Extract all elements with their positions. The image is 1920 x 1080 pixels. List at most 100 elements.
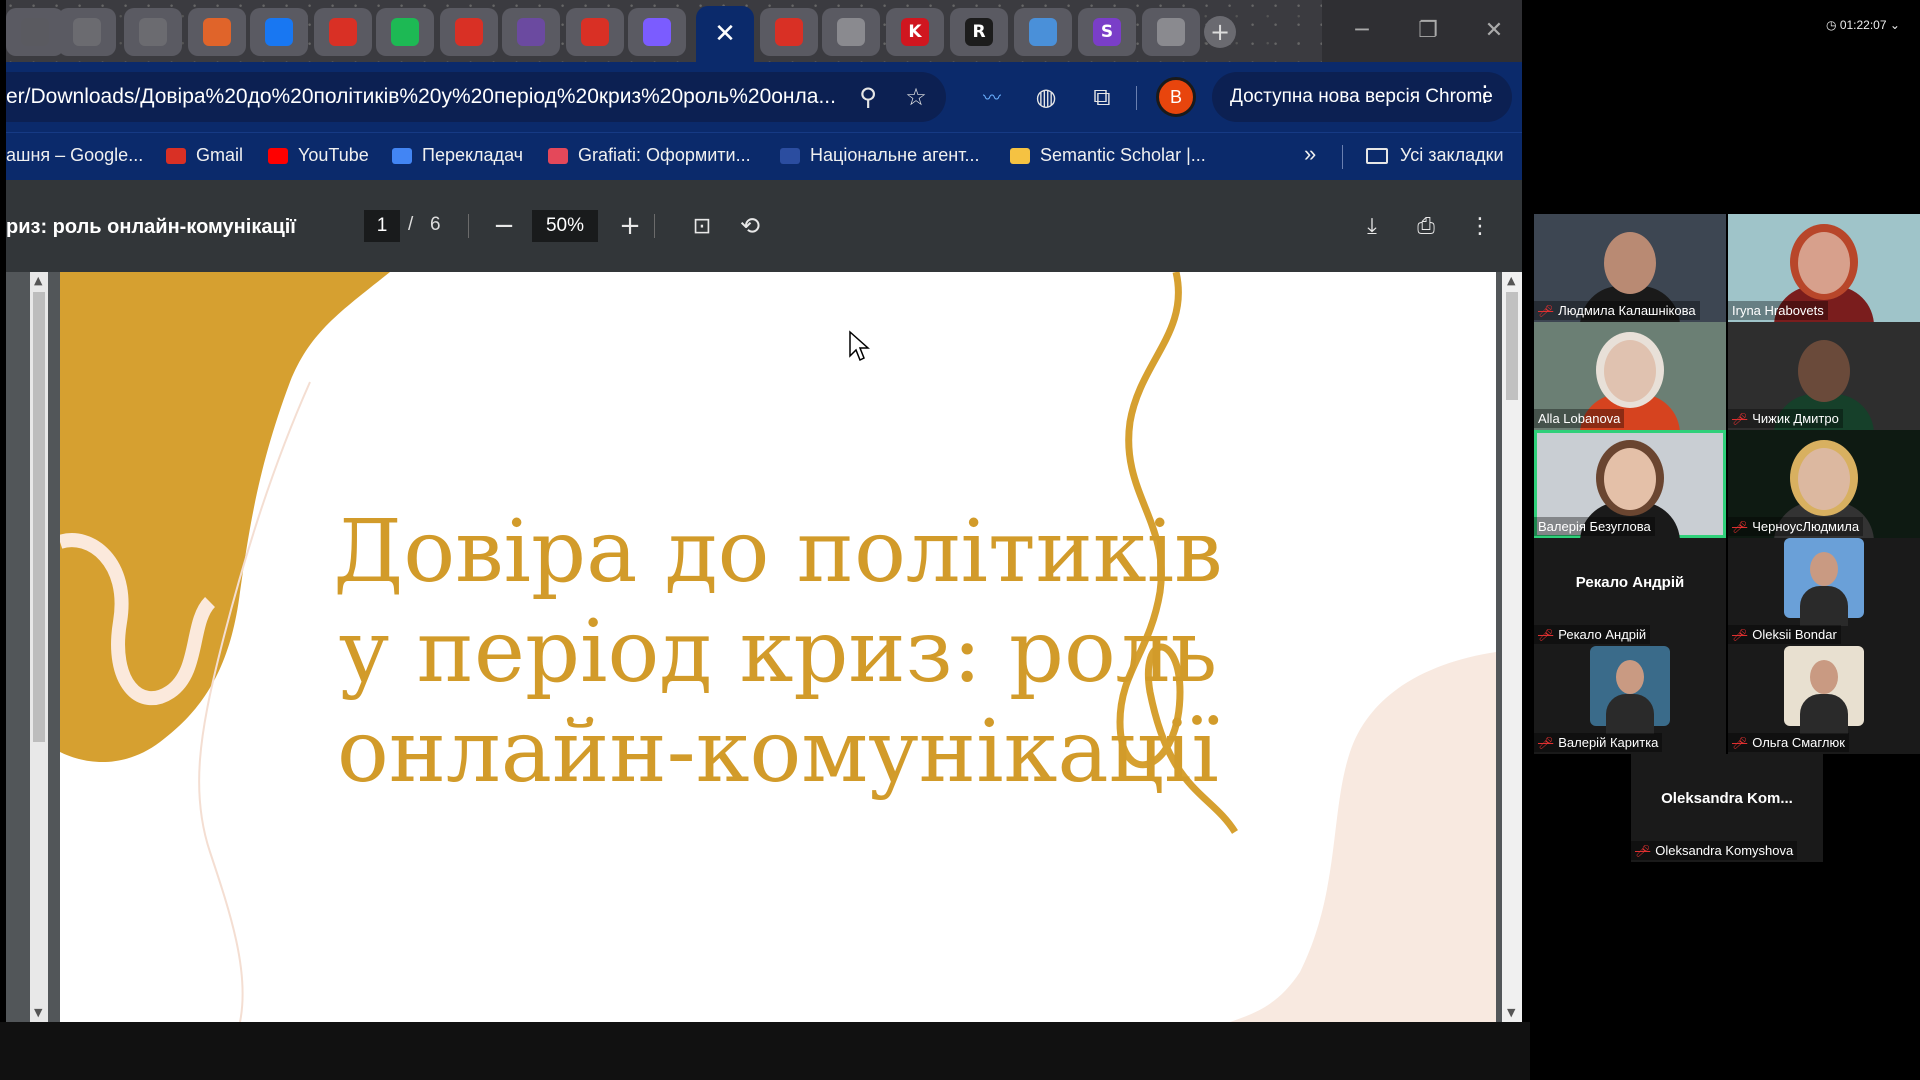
tab[interactable] [124,8,182,56]
close-window-icon[interactable]: ✕ [1464,10,1522,50]
minimize-icon[interactable]: ─ [1332,10,1392,50]
close-tab-icon[interactable]: ✕ [714,19,736,49]
zoom-lens-icon[interactable]: ⚲ [848,77,888,117]
tab[interactable]: R [950,8,1008,56]
bookmarks-overflow-button[interactable]: » [1304,141,1316,167]
tab[interactable] [628,8,686,56]
print-icon[interactable]: ⎙ [1406,206,1446,246]
bookmark-item[interactable]: Національне агент... [780,145,980,166]
scroll-up-arrow-icon[interactable]: ▲ [34,274,42,287]
participant-name-label: Iryna Hrabovets [1728,301,1828,320]
tab[interactable] [502,8,560,56]
muted-mic-icon: 🎤︎ [1732,735,1748,750]
pdf-more-icon[interactable]: ⋮ [1460,206,1500,246]
tab[interactable] [188,8,246,56]
participant-avatar [1784,538,1864,626]
participant-tile[interactable]: 🎤︎ Ольга Смаглюк [1728,646,1920,754]
gmail-icon [329,18,357,46]
all-bookmarks-button[interactable]: Усі закладки [1366,145,1504,166]
gmail-icon [455,18,483,46]
download-icon[interactable]: ⤓ [1352,206,1392,246]
more-menu-icon[interactable]: ⋮ [1474,82,1496,107]
tab[interactable] [760,8,818,56]
bookmark-star-icon[interactable]: ☆ [896,77,936,117]
participant-name: Валерій Каритка [1558,735,1659,750]
mouse-cursor-icon [849,330,870,362]
meeting-timer[interactable]: ◷ 01:22:07 ⌄ [1826,18,1900,32]
zoom-level-input[interactable]: 50% [532,210,598,242]
tab[interactable] [566,8,624,56]
participant-name-label: 🎤︎ Рекало Андрій [1534,625,1651,644]
tab[interactable] [440,8,498,56]
participant-tile[interactable]: 🎤︎ Чижик Дмитро [1728,322,1920,430]
muted-mic-icon: 🎤︎ [1732,411,1748,426]
share-bottom-bar [0,1022,1530,1080]
scrollbar-thumb[interactable] [1506,292,1518,400]
s-icon: S [1093,18,1121,46]
bookmark-item[interactable]: Grafiati: Оформити... [548,145,751,166]
bookmarks-divider [1342,145,1343,169]
bookmark-label: Gmail [196,145,244,165]
muted-mic-icon: 🎤︎ [1635,843,1651,858]
zoom-in-icon[interactable]: + [610,206,650,246]
tab[interactable] [1014,8,1072,56]
participant-tile[interactable]: Oleksandra Kom... 🎤︎ Oleksandra Komyshova [1631,754,1823,862]
tab[interactable] [1142,8,1200,56]
tab[interactable] [822,8,880,56]
url-text[interactable]: er/Downloads/Довіра%20до%20політиків%20у… [6,85,836,109]
tab[interactable] [58,8,116,56]
bookmark-item[interactable]: Gmail [166,145,243,166]
pdf-page: Довіра до політиків у період криз: роль … [60,272,1496,1022]
participant-avatar [1590,646,1670,734]
participant-tile[interactable]: 🎤︎ ЧерноусЛюдмила [1728,430,1920,538]
bookmark-item[interactable]: ашня – Google... [6,145,143,166]
avatar-face [1616,660,1644,694]
tab[interactable] [6,8,64,56]
participant-video-face [1604,232,1656,294]
participant-tile[interactable]: 🎤︎ Валерій Каритка [1534,646,1726,754]
omnibox[interactable]: er/Downloads/Довіра%20до%20політиків%20у… [6,72,946,122]
tab[interactable] [314,8,372,56]
language-tool-icon[interactable]: 〰 [972,77,1012,117]
participant-tile[interactable]: Рекало Андрій 🎤︎ Рекало Андрій [1534,538,1726,646]
tab[interactable] [250,8,308,56]
zoom-out-icon[interactable]: − [484,206,524,246]
tab[interactable]: S [1078,8,1136,56]
new-tab-button[interactable]: + [1204,16,1236,48]
participant-tile[interactable]: Валерія Безуглова [1534,430,1726,538]
semantic-scholar-icon [1010,147,1030,164]
participant-tile[interactable]: 🎤︎ Oleksii Bondar [1728,538,1920,646]
bookmark-label: Grafiati: Оформити... [578,145,751,165]
scrollbar-thumb[interactable] [33,292,45,742]
participant-tile[interactable]: Iryna Hrabovets [1728,214,1920,322]
scroll-down-arrow-icon[interactable]: ▼ [34,1006,42,1019]
scroll-down-arrow-icon[interactable]: ▼ [1507,1006,1515,1019]
participant-display-name: Рекало Андрій [1575,574,1685,591]
restore-icon[interactable]: ❐ [1398,10,1458,50]
shared-screen: ✕ K R S + ─ ❐ ✕ er/Downloads/Довіра%20до%20… [6,0,1522,1022]
participant-name-label: Alla Lobanova [1534,409,1625,428]
participant-name-label: 🎤︎ Людмила Калашнікова [1534,301,1700,320]
bookmark-item[interactable]: Перекладач [392,145,523,166]
rotate-icon[interactable]: ⟲ [730,206,770,246]
profile-avatar[interactable]: B [1156,77,1196,117]
scroll-up-arrow-icon[interactable]: ▲ [1507,274,1515,287]
bookmark-item[interactable]: YouTube [268,145,369,166]
page-number-input[interactable]: 1 [364,210,400,242]
participant-tile[interactable]: 🎤︎ Людмила Калашнікова [1534,214,1726,322]
participant-tile[interactable]: Alla Lobanova [1534,322,1726,430]
left-scrollbar[interactable]: ▲ ▼ [30,272,48,1022]
extensions-icon[interactable]: ⧉ [1082,77,1122,117]
fit-page-icon[interactable]: ⊡ [682,206,722,246]
globe-icon[interactable]: ◍ [1026,77,1066,117]
chrome-update-button[interactable]: Доступна нова версія Chrome ⋮ [1212,72,1512,122]
tab[interactable] [376,8,434,56]
slide-title-line-2: у період криз: роль [338,602,1218,702]
chevron-down-icon: ⌄ [1886,18,1900,32]
tab-active[interactable]: ✕ [696,6,754,62]
bookmark-item[interactable]: Semantic Scholar |... [1010,145,1206,166]
muted-mic-icon: 🎤︎ [1732,627,1748,642]
tab[interactable]: K [886,8,944,56]
participant-video-face [1798,448,1850,510]
right-scrollbar[interactable]: ▲ ▼ [1502,272,1522,1022]
